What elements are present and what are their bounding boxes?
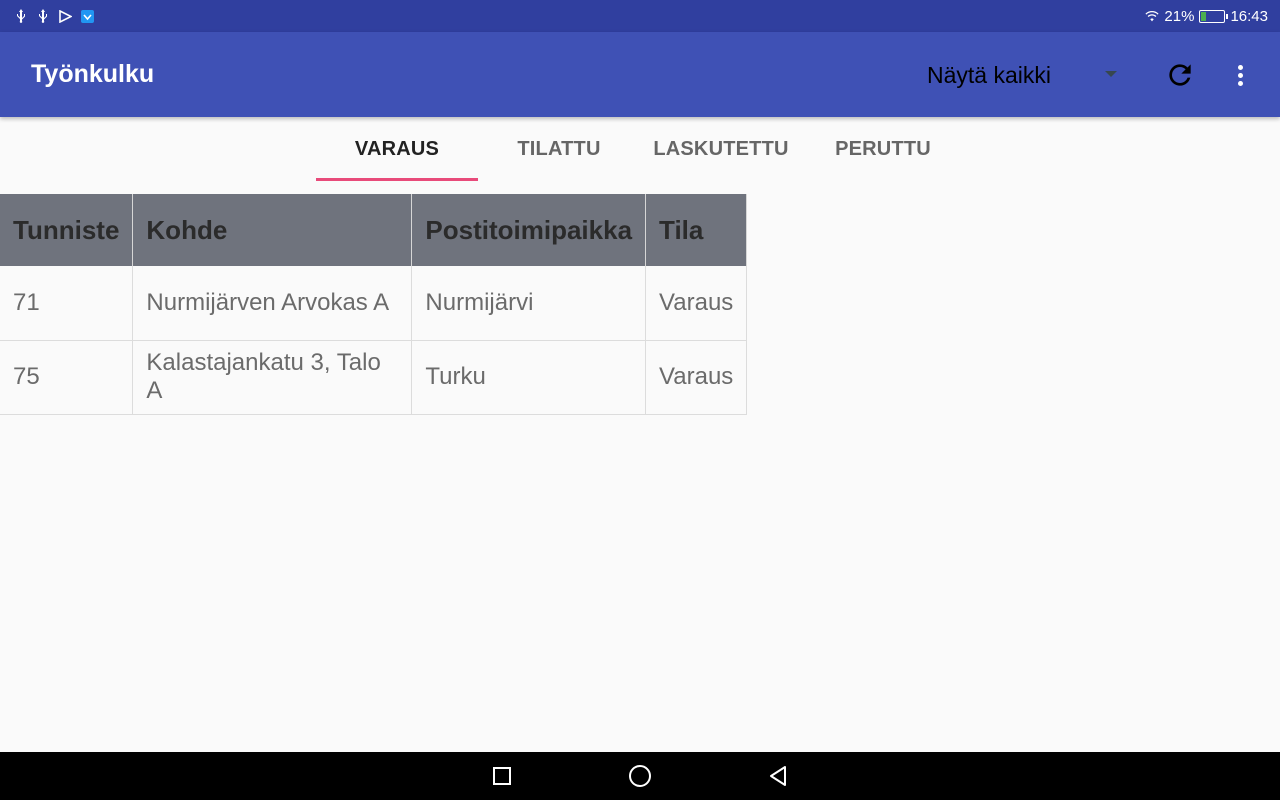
cell-kohde: Nurmijärven Arvokas A	[132, 266, 413, 341]
status-notification-icons	[14, 9, 94, 23]
home-button[interactable]	[626, 762, 654, 790]
workflow-table: Tunniste Kohde Postitoimipaikka Tila 71 …	[0, 194, 748, 415]
table-header-row: Tunniste Kohde Postitoimipaikka Tila	[0, 194, 748, 266]
app-title: Työnkulku	[31, 60, 155, 88]
column-header-kohde[interactable]: Kohde	[132, 194, 413, 266]
cell-tunniste: 71	[0, 266, 134, 341]
home-icon	[629, 765, 651, 787]
cell-tila: Varaus	[645, 266, 748, 341]
recents-button[interactable]	[488, 762, 516, 790]
refresh-button[interactable]	[1159, 54, 1201, 96]
status-bar: 21% 16:43	[0, 0, 1280, 32]
tab-laskutettu[interactable]: LASKUTETTU	[640, 117, 802, 181]
back-icon	[770, 766, 786, 786]
battery-percent: 21%	[1164, 7, 1195, 25]
wifi-icon	[1145, 9, 1159, 23]
table-row[interactable]: 75 Kalastajankatu 3, Talo A Turku Varaus	[0, 340, 748, 415]
app-bar: Työnkulku Näytä kaikki	[0, 32, 1280, 117]
dropdown-arrow-icon	[1105, 71, 1117, 77]
filter-dropdown[interactable]: Näytä kaikki	[913, 54, 1133, 96]
battery-icon	[1199, 9, 1229, 23]
more-vert-icon-dot	[1237, 72, 1243, 78]
tab-varaus[interactable]: VARAUS	[316, 117, 478, 181]
refresh-icon	[1169, 64, 1191, 86]
app-notification-icon	[80, 9, 94, 23]
usb-icon	[14, 9, 28, 23]
overflow-menu-button[interactable]	[1224, 54, 1256, 96]
column-header-tila[interactable]: Tila	[645, 194, 748, 266]
cell-tila: Varaus	[645, 340, 748, 415]
system-nav-bar	[0, 752, 1280, 800]
table-row[interactable]: 71 Nurmijärven Arvokas A Nurmijärvi Vara…	[0, 266, 748, 341]
column-header-tunniste[interactable]: Tunniste	[0, 194, 134, 266]
tab-tilattu[interactable]: TILATTU	[478, 117, 640, 181]
cell-kohde: Kalastajankatu 3, Talo A	[132, 340, 413, 415]
recents-icon	[493, 767, 511, 785]
column-header-postitoimipaikka[interactable]: Postitoimipaikka	[411, 194, 647, 266]
filter-selected-value: Näytä kaikki	[927, 61, 1051, 88]
back-button[interactable]	[764, 762, 792, 790]
more-vert-icon-dot	[1237, 80, 1243, 86]
app-screen: 21% 16:43 Työnkulku Näytä kaikki VARAUS …	[0, 0, 1280, 800]
status-tabs: VARAUS TILATTU LASKUTETTU PERUTTU	[316, 117, 964, 181]
more-vert-icon	[1237, 64, 1243, 70]
play-store-icon	[58, 9, 72, 23]
cell-tunniste: 75	[0, 340, 134, 415]
tab-peruttu[interactable]: PERUTTU	[802, 117, 964, 181]
battery-level	[1201, 11, 1207, 21]
status-system-info: 21% 16:43	[1145, 8, 1268, 25]
cell-postitoimipaikka: Nurmijärvi	[411, 266, 647, 341]
usb-icon	[36, 9, 50, 23]
clock: 16:43	[1230, 7, 1268, 25]
cell-postitoimipaikka: Turku	[411, 340, 647, 415]
